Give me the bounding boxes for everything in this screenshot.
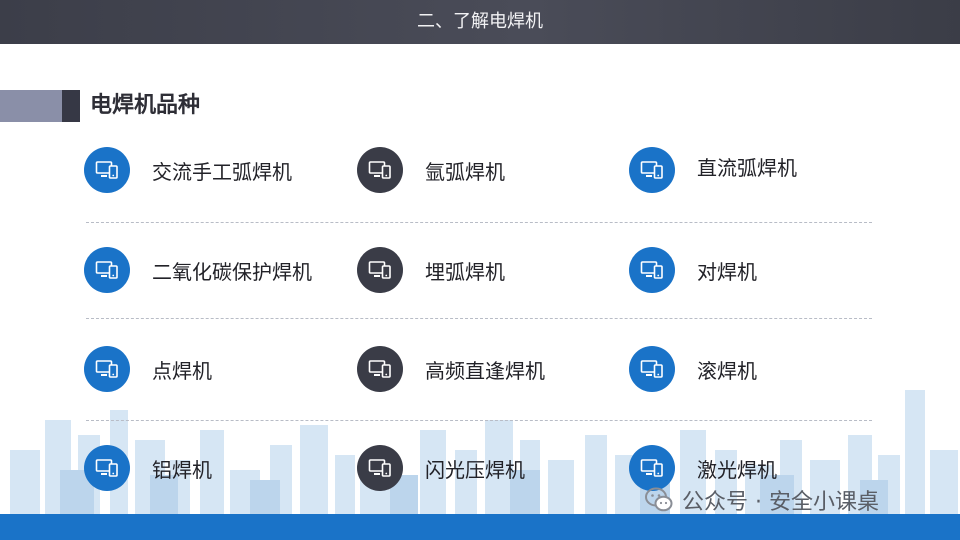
monitor-phone-icon xyxy=(357,247,403,293)
item-label: 铝焊机 xyxy=(152,457,212,482)
item-label: 闪光压焊机 xyxy=(425,457,525,482)
monitor-phone-icon xyxy=(629,147,675,193)
list-item: 高频直逢焊机 xyxy=(357,345,545,393)
monitor-phone-icon xyxy=(357,445,403,491)
list-item: 交流手工弧焊机 xyxy=(84,146,292,194)
item-label: 氩弧焊机 xyxy=(425,159,505,184)
monitor-phone-icon xyxy=(357,346,403,392)
item-label: 高频直逢焊机 xyxy=(425,358,545,383)
item-label: 滚焊机 xyxy=(697,358,757,383)
row-divider xyxy=(86,318,872,319)
list-item: 点焊机 xyxy=(84,345,212,393)
monitor-phone-icon xyxy=(629,346,675,392)
monitor-phone-icon xyxy=(84,147,130,193)
row-divider xyxy=(86,222,872,223)
item-label: 二氧化碳保护焊机 xyxy=(152,259,312,284)
list-item: 二氧化碳保护焊机 xyxy=(84,246,312,294)
wechat-watermark: 公众号 · 安全小课桌 xyxy=(644,484,879,516)
monitor-phone-icon xyxy=(357,147,403,193)
monitor-phone-icon xyxy=(84,445,130,491)
watermark-text: 公众号 · 安全小课桌 xyxy=(682,490,879,515)
item-label: 直流弧焊机 xyxy=(697,155,797,180)
item-label: 埋弧焊机 xyxy=(425,259,505,284)
row-divider xyxy=(86,420,872,421)
monitor-phone-icon xyxy=(84,247,130,293)
welder-type-grid: 交流手工弧焊机 氩弧焊机 直流弧焊机 二氧化碳保护焊机 埋弧焊机 对焊机 点焊机… xyxy=(0,0,960,540)
list-item: 埋弧焊机 xyxy=(357,246,505,294)
item-label: 点焊机 xyxy=(152,358,212,383)
list-item: 氩弧焊机 xyxy=(357,146,505,194)
list-item: 对焊机 xyxy=(629,246,757,294)
list-item: 铝焊机 xyxy=(84,444,212,492)
wechat-icon xyxy=(645,487,673,512)
item-label: 对焊机 xyxy=(697,259,757,284)
list-item: 闪光压焊机 xyxy=(357,444,525,492)
monitor-phone-icon xyxy=(84,346,130,392)
item-label: 交流手工弧焊机 xyxy=(152,159,292,184)
list-item: 滚焊机 xyxy=(629,345,757,393)
monitor-phone-icon xyxy=(629,247,675,293)
item-label: 激光焊机 xyxy=(697,457,777,482)
list-item: 直流弧焊机 xyxy=(629,146,797,194)
